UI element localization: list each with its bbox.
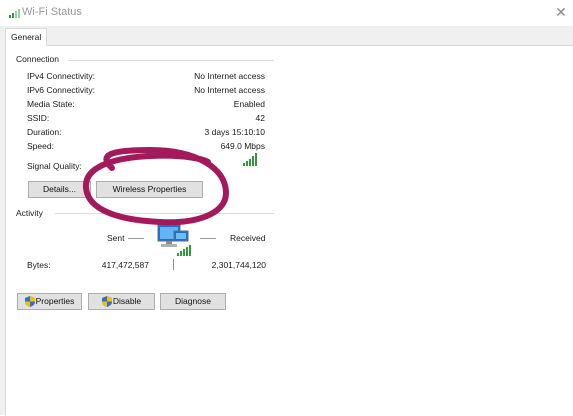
ipv6-label: IPv6 Connectivity: — [27, 85, 96, 95]
properties-button-label: Properties — [35, 296, 75, 306]
sent-line — [128, 238, 144, 239]
bytes-label: Bytes: — [27, 260, 51, 270]
duration-value: 3 days 15:10:10 — [204, 127, 266, 137]
ssid-label: SSID: — [27, 113, 50, 123]
disable-button-label: Disable — [112, 296, 142, 306]
signal-quality-bars — [243, 153, 257, 166]
details-button[interactable]: Details... — [28, 181, 91, 198]
network-computer-icon — [157, 224, 191, 256]
bytes-received-value: 2,301,744,120 — [211, 260, 266, 270]
ipv6-value: No Internet access — [194, 85, 265, 95]
ipv4-value: No Internet access — [194, 71, 265, 81]
connection-heading: Connection — [16, 54, 60, 64]
speed-label: Speed: — [27, 141, 54, 151]
activity-divider — [55, 213, 274, 214]
wireless-properties-button[interactable]: Wireless Properties — [96, 181, 203, 198]
bytes-sent-value: 417,472,587 — [101, 260, 149, 270]
connection-divider — [68, 60, 274, 61]
activity-heading: Activity — [16, 208, 43, 218]
signal-quality-label: Signal Quality: — [27, 161, 82, 171]
uac-shield-icon — [101, 296, 112, 308]
disable-button[interactable]: Disable — [88, 293, 155, 310]
media-state-label: Media State: — [27, 99, 75, 109]
received-line — [200, 238, 216, 239]
activity-separator — [173, 259, 174, 270]
duration-label: Duration: — [27, 127, 62, 137]
close-icon[interactable]: ✕ — [552, 3, 570, 21]
received-label: Received — [230, 233, 266, 243]
ipv4-label: IPv4 Connectivity: — [27, 71, 96, 81]
uac-shield-icon — [24, 296, 35, 308]
tab-general[interactable]: General — [5, 28, 48, 46]
window-title: Wi-Fi Status — [22, 6, 82, 18]
properties-button[interactable]: Properties — [17, 293, 82, 310]
diagnose-button[interactable]: Diagnose — [160, 293, 226, 310]
ssid-value: 42 — [255, 113, 265, 123]
media-state-value: Enabled — [233, 99, 265, 109]
title-bar: Wi-Fi Status ✕ — [0, 0, 573, 26]
speed-value: 649.0 Mbps — [220, 141, 265, 151]
wifi-signal-icon — [9, 8, 21, 18]
dialog-body: General Connection IPv4 Connectivity: No… — [0, 26, 573, 416]
general-panel: Connection IPv4 Connectivity: No Interne… — [5, 45, 573, 416]
sent-label: Sent — [107, 233, 125, 243]
